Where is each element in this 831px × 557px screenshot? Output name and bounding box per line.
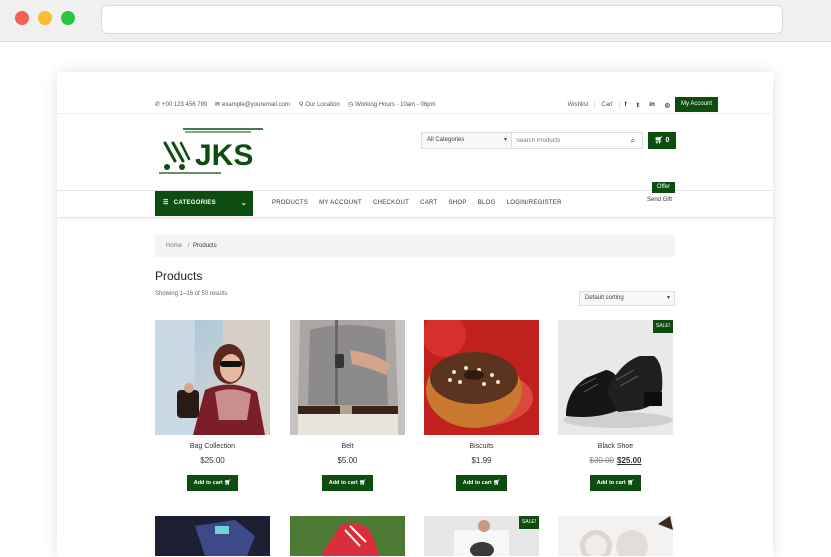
sale-badge: SALE!	[519, 516, 539, 529]
add-to-cart-button[interactable]: Add to cart 🛒︎	[187, 475, 238, 491]
product-name[interactable]: Bag Collection	[155, 443, 270, 450]
map-pin-icon: ⚲	[299, 102, 304, 108]
product-card[interactable]: Belt $5.00 Add to cart 🛒︎	[290, 320, 405, 495]
top-bar: ✆ +00 123 456 789 ✉ example@youremail.com …	[57, 94, 773, 114]
clock-icon: ◷	[348, 102, 354, 108]
breadcrumb: Home / Products	[155, 235, 675, 257]
offer-badge: Offer	[652, 182, 675, 193]
linkedin-icon[interactable]: in	[644, 102, 659, 108]
svg-text:JKS: JKS	[195, 139, 253, 172]
address-bar[interactable]	[101, 5, 783, 34]
wishlist-link[interactable]: Wishlist	[562, 102, 595, 108]
breadcrumb-separator: /	[187, 243, 190, 249]
instagram-icon[interactable]: ◎	[660, 102, 675, 109]
menu-items: PRODUCTS MY ACCOUNT CHECKOUT CART SHOP B…	[272, 200, 573, 206]
phone-info: ✆ +00 123 456 789	[155, 102, 208, 108]
site-header: JKS All Categories ⌕ 🛒︎ 0	[57, 113, 773, 191]
my-account-button[interactable]: My Account	[675, 97, 718, 112]
nav-item-my-account[interactable]: MY ACCOUNT	[319, 200, 362, 206]
breadcrumb-home[interactable]: Home	[166, 243, 182, 249]
product-image-biscuits[interactable]	[424, 320, 539, 435]
email-info[interactable]: ✉ example@youremail.com	[215, 101, 290, 108]
top-links: Wishlist Cart f 𝕥 in ◎	[562, 98, 675, 112]
product-image-row2-1[interactable]	[155, 516, 270, 556]
cart-icon: 🛒︎	[493, 480, 501, 486]
search-input[interactable]	[512, 133, 624, 148]
website-page: ✆ +00 123 456 789 ✉ example@youremail.com …	[57, 72, 773, 557]
chevron-down-icon: ⌄	[240, 200, 247, 207]
product-image-black-shoe[interactable]: SALE!	[558, 320, 673, 435]
product-card[interactable]: SALE! Black Shoe $30.00 $25.00 Add to car…	[558, 320, 673, 495]
add-to-cart-button[interactable]: Add to cart 🛒︎	[322, 475, 373, 491]
product-image-bag-collection[interactable]	[155, 320, 270, 435]
product-price: $1.99	[471, 456, 492, 465]
nav-item-cart[interactable]: CART	[420, 200, 437, 206]
product-card[interactable]: Biscuits $1.99 Add to cart 🛒︎	[424, 320, 539, 495]
product-name[interactable]: Black Shoe	[558, 443, 673, 450]
product-price: $25.00	[200, 456, 225, 465]
add-to-cart-button[interactable]: Add to cart 🛒︎	[590, 475, 641, 491]
product-image-row2-2[interactable]	[290, 516, 405, 556]
results-count: Showing 1–16 of 50 results	[155, 291, 228, 297]
add-to-cart-button[interactable]: Add to cart 🛒︎	[456, 475, 507, 491]
facebook-icon[interactable]: f	[618, 102, 632, 108]
original-price: $30.00	[589, 456, 614, 465]
close-window-icon[interactable]	[15, 11, 29, 25]
sort-select[interactable]: Default sorting	[579, 291, 675, 306]
cart-icon: 🛒︎	[654, 137, 664, 144]
product-price: $30.00 $25.00	[558, 456, 673, 465]
product-price: $5.00	[337, 456, 358, 465]
sale-badge: SALE!	[653, 320, 673, 333]
product-image-belt[interactable]	[290, 320, 405, 435]
phone-icon: ✆	[155, 102, 161, 108]
breadcrumb-current: Products	[193, 243, 217, 249]
site-logo[interactable]: JKS	[155, 121, 265, 181]
page-title: Products	[155, 269, 203, 283]
cart-icon: 🛒︎	[224, 480, 232, 486]
cart-icon: 🛒︎	[627, 480, 635, 486]
nav-item-blog[interactable]: BLOG	[478, 200, 496, 206]
categories-dropdown[interactable]: ☰ CATEGORIES ⌄	[155, 191, 253, 216]
twitter-icon[interactable]: 𝕥	[632, 102, 645, 109]
product-image-row2-3[interactable]: SALE!	[424, 516, 539, 556]
send-gift-link[interactable]: Send Gift	[647, 197, 672, 203]
maximize-window-icon[interactable]	[61, 11, 75, 25]
nav-item-login-register[interactable]: LOGIN/REGISTER	[507, 200, 562, 206]
location-info[interactable]: ⚲ Our Location	[299, 101, 340, 108]
product-name[interactable]: Belt	[290, 443, 405, 450]
mail-icon: ✉	[215, 102, 221, 108]
browser-chrome	[0, 0, 831, 42]
sale-price: $25.00	[617, 456, 642, 465]
product-name[interactable]: Biscuits	[424, 443, 539, 450]
hours-info: ◷ Working Hours - 10am - 06pm	[348, 102, 436, 108]
product-card[interactable]: Bag Collection $25.00 Add to cart 🛒︎	[155, 320, 270, 495]
nav-item-products[interactable]: PRODUCTS	[272, 200, 308, 206]
nav-item-shop[interactable]: SHOP	[449, 200, 467, 206]
nav-item-checkout[interactable]: CHECKOUT	[373, 200, 409, 206]
header-cart-button[interactable]: 🛒︎ 0	[648, 132, 676, 149]
cart-link[interactable]: Cart	[594, 102, 618, 108]
product-image-row2-4[interactable]	[558, 516, 673, 556]
menu-icon: ☰	[163, 200, 169, 206]
cart-icon: 🛒︎	[359, 480, 367, 486]
search-icon[interactable]: ⌕	[624, 133, 642, 148]
main-nav: ☰ CATEGORIES ⌄ PRODUCTS MY ACCOUNT CHECKO…	[57, 191, 773, 218]
minimize-window-icon[interactable]	[38, 11, 52, 25]
search-bar: All Categories ⌕	[421, 132, 643, 149]
category-select[interactable]: All Categories	[422, 133, 512, 148]
